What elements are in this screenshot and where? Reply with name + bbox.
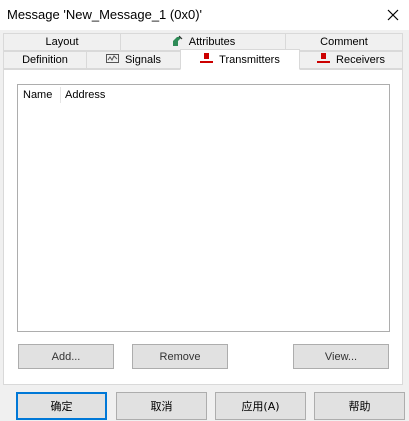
window-title: Message 'New_Message_1 (0x0)'	[7, 7, 202, 22]
remove-button[interactable]: Remove	[132, 344, 228, 369]
tab-comment[interactable]: Comment	[285, 33, 403, 51]
help-button[interactable]: 帮助	[314, 392, 405, 420]
tab-receivers[interactable]: Receivers	[299, 51, 403, 69]
tab-layout[interactable]: Layout	[3, 33, 121, 51]
view-button[interactable]: View...	[293, 344, 389, 369]
tab-label: Layout	[45, 36, 79, 48]
tab-definition[interactable]: Definition	[3, 51, 87, 69]
apply-button[interactable]: 应用(A)	[215, 392, 306, 420]
close-icon	[387, 9, 399, 21]
tab-label: Transmitters	[219, 53, 280, 66]
tab-signals[interactable]: Signals	[86, 51, 181, 69]
tab-label: Signals	[124, 54, 162, 66]
transmitters-list[interactable]: Name Address	[17, 84, 390, 332]
receiver-icon	[317, 53, 331, 67]
column-header-name[interactable]: Name	[23, 89, 52, 101]
attributes-icon	[171, 35, 183, 50]
transmitter-icon	[200, 52, 214, 67]
tab-label: Definition	[22, 54, 68, 66]
close-button[interactable]	[377, 0, 409, 30]
tab-label: Comment	[320, 36, 368, 48]
tab-row-bottom: Definition Signals Transmitters Receiver…	[3, 49, 403, 70]
tab-transmitters[interactable]: Transmitters	[180, 49, 300, 70]
ok-button[interactable]: 确定	[16, 392, 107, 420]
tab-label: Receivers	[336, 54, 385, 66]
column-separator[interactable]	[60, 87, 61, 103]
title-bar: Message 'New_Message_1 (0x0)'	[0, 0, 409, 30]
add-button[interactable]: Add...	[18, 344, 114, 369]
tab-label: Attributes	[188, 36, 236, 48]
cancel-button[interactable]: 取消	[116, 392, 207, 420]
signals-icon	[105, 53, 119, 67]
column-header-address[interactable]: Address	[65, 89, 105, 101]
list-header: Name Address	[18, 85, 389, 105]
